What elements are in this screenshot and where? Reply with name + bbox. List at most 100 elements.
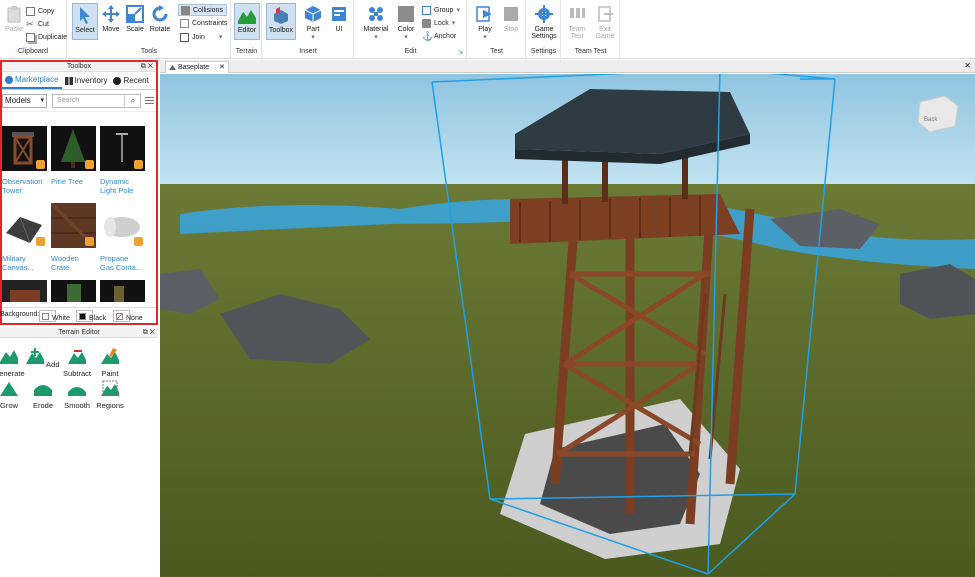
toolbox-item-military-canvas[interactable]: Military Canvas... [2, 203, 50, 272]
team-test-button[interactable]: Team Test [564, 3, 590, 40]
terrain-erode-button[interactable]: Erode [26, 380, 60, 410]
join-toggle[interactable]: Join ▾ [180, 32, 222, 44]
toolbox-button[interactable]: Toolbox [266, 3, 296, 40]
none-swatch-icon [116, 313, 123, 320]
gear-icon [535, 5, 553, 23]
view-cube-label: Back [924, 117, 938, 123]
marketplace-icon [5, 75, 13, 84]
close-viewport-icon[interactable]: ✕ [964, 61, 971, 70]
item-thumbnail [2, 280, 47, 302]
play-button[interactable]: Play ▾ [472, 3, 498, 41]
tools-group: Select Move Scale Rotate Collisions Cons… [68, 0, 231, 59]
rotate-button[interactable]: Rotate [147, 3, 173, 40]
bg-none-button[interactable]: None [113, 310, 143, 322]
rotate-icon [152, 5, 168, 22]
stop-button[interactable]: Stop [498, 3, 524, 40]
terrain-editor-title-bar: Terrain Editor ⧉ ✕ [0, 328, 158, 338]
toolbox-icon [274, 7, 288, 24]
lock-dropdown-icon: ▾ [451, 20, 456, 27]
part-button[interactable]: Part ▾ [300, 3, 326, 41]
team-test-icon [570, 8, 585, 18]
toolbox-item-wooden-crate[interactable]: Wooden Crate [49, 201, 99, 272]
tab-inventory[interactable]: Inventory [62, 72, 111, 89]
insert-label: Insert [299, 48, 317, 55]
terrain-icon [238, 10, 256, 24]
terrain-generate-button[interactable]: Generate [0, 348, 26, 378]
anchor-button[interactable]: ⚓Anchor [422, 31, 456, 43]
verified-badge-icon [36, 160, 45, 169]
filter-icon[interactable] [145, 96, 154, 105]
material-button[interactable]: Material ▾ [360, 3, 392, 41]
toolbox-item-pine-tree[interactable]: Pine Tree [51, 126, 99, 186]
toolbox-tabs: Marketplace Inventory Recent [2, 72, 156, 90]
part-dropdown-icon: ▾ [311, 34, 315, 41]
game-settings-button[interactable]: Game Settings [530, 3, 558, 40]
toolbox-item-partial-3[interactable] [100, 280, 148, 302]
collisions-toggle[interactable]: Collisions [178, 4, 227, 16]
undock-icon[interactable]: ⧉ [143, 329, 148, 336]
toolbox-item-dynamic-light-pole[interactable]: Dynamic Light Pole [100, 126, 148, 195]
terrain-grow-button[interactable]: Grow [0, 380, 26, 410]
tab-recent[interactable]: Recent [110, 72, 151, 89]
close-icon[interactable]: ✕ [148, 63, 153, 70]
cut-button[interactable]: ✂ Cut [26, 19, 49, 31]
ui-button[interactable]: UI [326, 3, 352, 40]
toolbox-item-propane-gas-container[interactable]: Propane Gas Conta... [100, 203, 148, 272]
color-button[interactable]: Color ▾ [393, 3, 419, 41]
terrain-editor-panel: Terrain Editor ⧉ ✕ Generate Add Subtract… [0, 328, 158, 577]
terrain-editor-button[interactable]: Editor [234, 3, 260, 40]
group-dropdown-icon: ▾ [456, 7, 460, 14]
tab-marketplace[interactable]: Marketplace [2, 72, 62, 89]
scale-button[interactable]: Scale [122, 3, 148, 40]
generate-icon [0, 350, 18, 364]
close-icon[interactable]: ✕ [150, 329, 155, 336]
copy-icon [26, 6, 35, 16]
copy-button[interactable]: Copy [26, 6, 54, 18]
scale-icon [126, 5, 144, 23]
terrain-subtract-button[interactable]: Subtract [60, 348, 94, 378]
terrain-smooth-button[interactable]: Smooth [60, 380, 94, 410]
group-button[interactable]: Group ▾ [422, 5, 460, 17]
bg-white-button[interactable]: White [39, 310, 70, 322]
terrain-add-button[interactable]: Add [26, 348, 60, 369]
constraints-toggle[interactable]: Constraints [180, 18, 227, 30]
edit-group: Material ▾ Color ▾ Group ▾ Lock ▾ ⚓Anchor ⇲ … [355, 0, 467, 59]
view-cube[interactable]: Back [917, 95, 959, 133]
clipboard-label: Clipboard [18, 48, 48, 55]
category-select[interactable]: Models ▾ [2, 94, 47, 108]
terrain-paint-button[interactable]: Paint [93, 348, 127, 378]
bg-black-button[interactable]: Black [76, 310, 106, 322]
material-dropdown-icon: ▾ [374, 34, 378, 41]
color-dropdown-icon: ▾ [404, 34, 408, 41]
model-thumbnail-icon [10, 290, 40, 302]
subtract-terrain-icon [68, 350, 86, 364]
toolbox-item-partial-1[interactable] [2, 280, 50, 302]
toolbox-item-observation-tower[interactable]: Observation Tower [2, 126, 50, 195]
toolbox-title-bar: Toolbox ⧉ ✕ [2, 62, 156, 72]
move-button[interactable]: Move [98, 3, 124, 40]
search-button[interactable]: ⌕ [124, 94, 141, 108]
regions-icon [101, 380, 119, 396]
duplicate-icon [26, 32, 35, 42]
toolbox-search-row: Models ▾ Search ⌕ [2, 90, 156, 112]
close-tab-icon[interactable]: ✕ [219, 62, 225, 73]
tools-label: Tools [140, 48, 158, 55]
verified-badge-icon [85, 237, 94, 246]
duplicate-button[interactable]: Duplicate [26, 32, 67, 44]
erode-icon [34, 385, 52, 396]
lock-button[interactable]: Lock ▾ [422, 18, 455, 30]
tab-baseplate[interactable]: Baseplate ✕ [165, 61, 229, 73]
select-button[interactable]: Select [72, 3, 98, 40]
stop-icon [504, 7, 518, 21]
toolbox-panel: Toolbox ⧉ ✕ Marketplace Inventory Recent… [0, 60, 158, 325]
settings-group: Game Settings Settings [527, 0, 561, 59]
paste-button[interactable]: Paste [1, 3, 27, 40]
ribbon: Paste Copy ✂ Cut Duplicate Clipboard Sele… [0, 0, 975, 59]
undock-icon[interactable]: ⧉ [141, 63, 146, 70]
3d-viewport[interactable]: Back [160, 74, 975, 577]
insert-group: Toolbox Part ▾ UI Insert [263, 0, 354, 59]
terrain-regions-button[interactable]: Regions [93, 380, 127, 410]
exit-game-button[interactable]: Exit Game [592, 3, 618, 40]
character-thumbnail-icon [67, 284, 81, 302]
toolbox-item-partial-2[interactable] [51, 280, 99, 302]
